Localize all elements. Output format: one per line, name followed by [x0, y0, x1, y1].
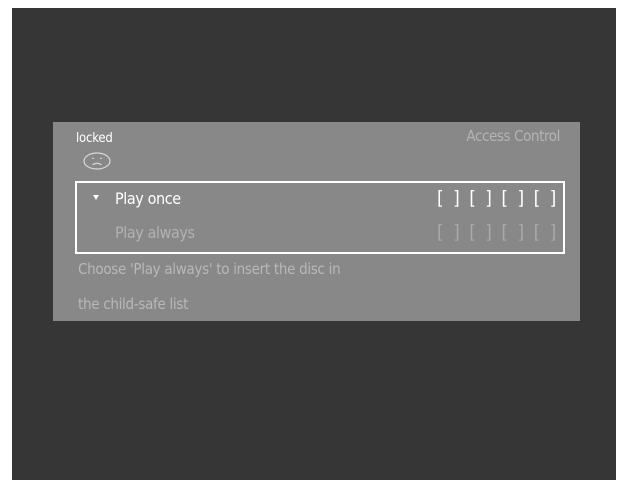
help-text-line-1: Choose 'Play always' to insert the disc … — [78, 260, 341, 278]
option-play-always[interactable]: Play always [ ] [ ] [ ] [ ] — [77, 218, 563, 250]
pin-code-entry[interactable]: [ ] [ ] [ ] [ ] — [437, 187, 558, 209]
sad-face-icon — [83, 152, 111, 170]
tv-screen: locked Access Control Play once [ ] [ ] … — [12, 8, 616, 480]
lock-status-label: locked — [76, 131, 113, 146]
selection-arrow-icon — [93, 195, 99, 200]
panel-title: Access Control — [466, 127, 560, 145]
pin-code-entry[interactable]: [ ] [ ] [ ] [ ] — [437, 221, 558, 243]
access-control-panel: locked Access Control Play once [ ] [ ] … — [53, 122, 580, 321]
play-options-list: Play once [ ] [ ] [ ] [ ] Play always [ … — [75, 181, 565, 254]
option-label: Play always — [115, 223, 195, 242]
option-play-once[interactable]: Play once [ ] [ ] [ ] [ ] — [77, 184, 563, 216]
help-text-line-2: the child-safe list — [78, 295, 189, 313]
option-label: Play once — [115, 189, 181, 208]
